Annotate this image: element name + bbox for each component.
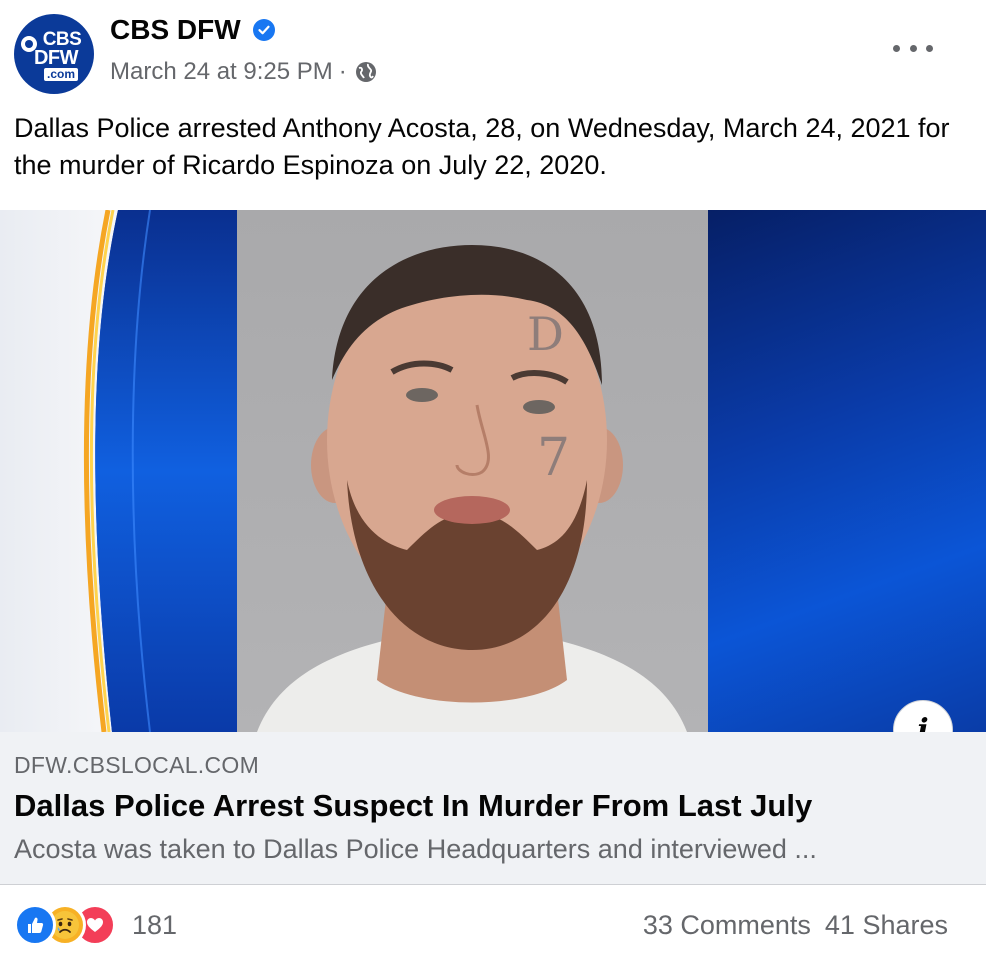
page-avatar[interactable]: CBS DFW .com	[14, 14, 94, 94]
facebook-post: CBS DFW .com CBS DFW March 24 at 9:25 PM…	[0, 0, 986, 962]
like-reaction-icon	[14, 904, 56, 946]
blue-background-panel	[708, 210, 986, 732]
link-preview-image[interactable]: D 7	[0, 210, 986, 732]
link-preview-box[interactable]: DFW.CBSLOCAL.COM Dallas Police Arrest Su…	[0, 732, 986, 885]
globe-icon[interactable]	[355, 61, 377, 83]
reactions-summary[interactable]: 181	[14, 904, 177, 946]
shares-count-link[interactable]: 41 Shares	[825, 910, 948, 941]
mugshot-photo: D 7	[237, 210, 708, 732]
reaction-count: 181	[132, 909, 178, 940]
svg-text:7: 7	[537, 428, 570, 488]
avatar-text-line3: .com	[43, 67, 78, 81]
post-meta: March 24 at 9:25 PM ·	[110, 58, 377, 86]
meta-separator: ·	[338, 58, 347, 85]
broadcast-swoosh-graphic	[0, 210, 237, 732]
post-timestamp[interactable]: March 24 at 9:25 PM	[110, 58, 333, 86]
avatar-text-line1: CBS	[42, 28, 82, 50]
page-name-row: CBS DFW	[110, 14, 275, 46]
more-dot	[926, 44, 933, 52]
more-options-icon[interactable]	[893, 38, 933, 58]
engagement-counts: 33 Comments 41 Shares	[643, 910, 948, 941]
more-dot	[909, 44, 917, 52]
post-text: Dallas Police arrested Anthony Acosta, 2…	[14, 113, 950, 180]
link-description: Acosta was taken to Dallas Police Headqu…	[14, 834, 817, 864]
more-dot	[893, 44, 900, 52]
verified-badge-icon	[252, 19, 275, 41]
comments-count-link[interactable]: 33 Comments	[643, 910, 811, 941]
svg-text:D: D	[527, 307, 564, 361]
cbs-eye-logo-icon	[21, 36, 37, 52]
avatar-text-line2: DFW	[33, 46, 79, 69]
link-domain: DFW.CBSLOCAL.COM	[14, 752, 260, 778]
link-title[interactable]: Dallas Police Arrest Suspect In Murder F…	[14, 788, 812, 824]
page-name[interactable]: CBS DFW	[110, 14, 241, 46]
